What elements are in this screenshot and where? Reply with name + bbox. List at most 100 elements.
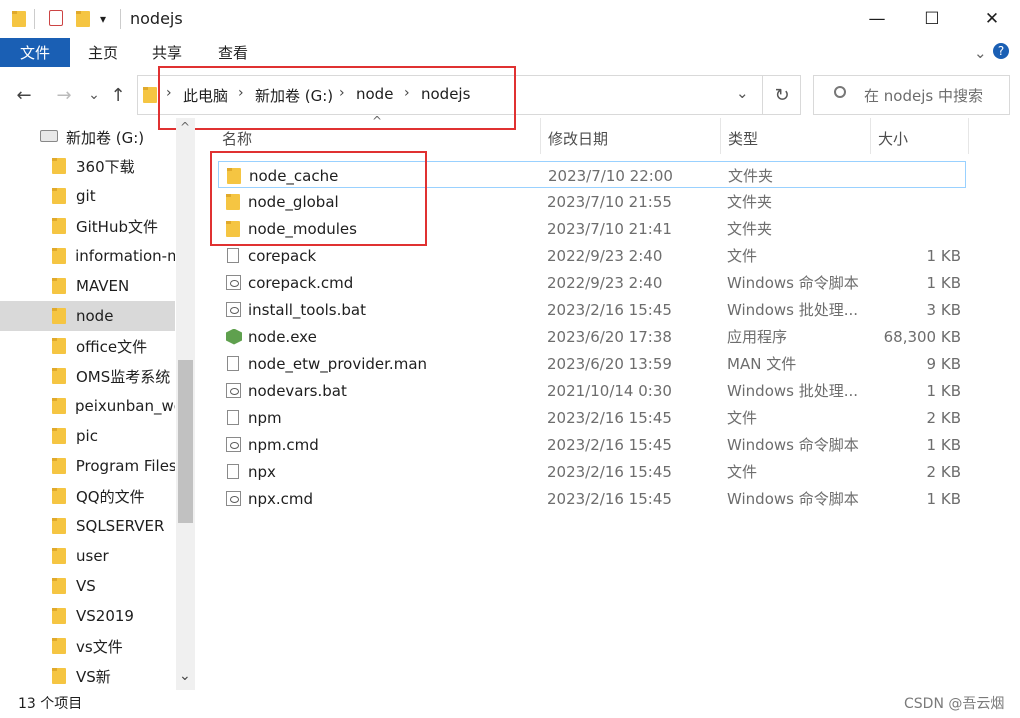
file-size: 1 KB [926,273,961,292]
expand-ribbon-icon[interactable]: ⌄ [974,44,987,62]
table-row[interactable]: install_tools.bat 2023/2/16 15:45 Window… [218,296,966,323]
column-divider[interactable] [870,118,871,154]
help-icon[interactable]: ? [993,43,1009,59]
file-icon [227,404,239,431]
folder-icon [52,218,66,234]
back-button[interactable]: ← [10,81,38,109]
script-file-icon [226,296,241,323]
tab-home[interactable]: 主页 [88,38,118,67]
sidebar-item-user[interactable]: user [0,541,175,571]
scroll-down-icon[interactable]: ⌄ [179,668,191,684]
file-type: Windows 命令脚本 [727,274,859,292]
table-row[interactable]: npx 2023/2/16 15:45 文件 2 KB [218,458,966,485]
status-item-count: 13 个项目 [18,696,83,712]
table-row[interactable]: node.exe 2023/6/20 17:38 应用程序 68,300 KB [218,323,966,350]
table-row[interactable]: corepack 2022/9/23 2:40 文件 1 KB [218,242,966,269]
sidebar-item-label: GitHub文件 [76,217,158,236]
column-divider[interactable] [540,118,541,154]
sidebar-item-qq[interactable]: QQ的文件 [0,481,175,511]
file-name: corepack [248,246,317,265]
scroll-up-icon[interactable]: ^ [180,120,190,134]
sidebar-item-oms[interactable]: OMS监考系统 [0,361,175,391]
sidebar-item-information[interactable]: information-m [0,241,175,271]
folder-icon [52,338,66,354]
sidebar-item-label: Program Files [75,457,175,475]
sidebar-item-label: user [76,547,109,565]
sidebar-item-label: SQLSERVER [76,517,165,535]
column-header-name[interactable]: 名称 [222,125,252,151]
column-divider[interactable] [720,118,721,154]
file-date: 2023/7/10 22:00 [548,166,673,185]
sidebar-item-sqlserver[interactable]: SQLSERVER [0,511,175,541]
sidebar-item-peixunban[interactable]: peixunban_we [0,391,175,421]
folder-icon [52,278,66,294]
up-button[interactable]: ↑ [104,81,132,109]
sidebar-drive-label[interactable]: 新加卷 (G:) [66,127,144,148]
sidebar-item-vs2019[interactable]: VS2019 [0,601,175,631]
sidebar-item-label: VS2019 [76,607,134,625]
tab-share[interactable]: 共享 [152,38,182,67]
sidebar-scrollbar-thumb[interactable] [178,360,193,523]
table-row[interactable]: node_etw_provider.man 2023/6/20 13:59 MA… [218,350,966,377]
file-date: 2023/7/10 21:41 [547,219,672,238]
sidebar-item-label: pic [76,427,98,445]
file-date: 2023/2/16 15:45 [547,408,672,427]
column-divider[interactable] [968,118,969,154]
maximize-button[interactable]: ☐ [905,0,959,38]
sidebar-item-git[interactable]: git [0,181,175,211]
title-bar: ▾ nodejs — ☐ ✕ [0,0,1020,38]
table-row[interactable]: nodevars.bat 2021/10/14 0:30 Windows 批处理… [218,377,966,404]
file-type: 文件夹 [727,220,773,238]
tab-view[interactable]: 查看 [218,38,248,67]
file-type: 应用程序 [727,328,788,346]
file-name: corepack.cmd [248,273,354,292]
sidebar-item-office[interactable]: office文件 [0,331,175,361]
highlight-box-folders [210,151,427,246]
close-button[interactable]: ✕ [965,0,1019,38]
address-dropdown-icon[interactable]: ⌄ [736,84,749,102]
sidebar-item-label: MAVEN [76,277,130,295]
file-date: 2023/6/20 17:38 [547,327,672,346]
file-date: 2023/7/10 21:55 [547,192,672,211]
window-title: nodejs [130,9,183,28]
quick-access-dropdown-icon[interactable]: ▾ [100,12,106,26]
folder-icon [143,87,157,103]
search-icon [834,86,846,98]
column-header-date[interactable]: 修改日期 [548,125,608,151]
file-type: Windows 批处理... [727,382,859,400]
sidebar-item-vs-files[interactable]: vs文件 [0,631,175,661]
file-size: 1 KB [926,381,961,400]
table-row[interactable]: npm 2023/2/16 15:45 文件 2 KB [218,404,966,431]
sidebar-item-label: node [76,307,114,325]
file-name: nodevars.bat [248,381,347,400]
table-row[interactable]: corepack.cmd 2022/9/23 2:40 Windows 命令脚本… [218,269,966,296]
sidebar-item-pic[interactable]: pic [0,421,175,451]
search-placeholder: 在 nodejs 中搜索 [864,87,983,105]
sidebar-item-vs[interactable]: VS [0,571,175,601]
tab-file[interactable]: 文件 [0,38,70,67]
sidebar-item-github[interactable]: GitHub文件 [0,211,175,241]
new-folder-icon[interactable] [76,11,90,27]
sidebar-item-label: OMS监考系统 [76,367,171,386]
sidebar-item-360[interactable]: 360下载 [0,151,175,181]
sidebar-item-program-files[interactable]: Program Files [0,451,175,481]
table-row[interactable]: npm.cmd 2023/2/16 15:45 Windows 命令脚本 1 K… [218,431,966,458]
folder-icon [52,398,66,414]
refresh-button[interactable]: ↻ [762,75,801,115]
forward-button[interactable]: → [50,81,78,109]
column-header-type[interactable]: 类型 [728,125,758,151]
properties-icon[interactable] [49,10,63,26]
sidebar-item-label: vs文件 [76,637,123,656]
table-row[interactable]: npx.cmd 2023/2/16 15:45 Windows 命令脚本 1 K… [218,485,966,512]
file-date: 2021/10/14 0:30 [547,381,672,400]
file-date: 2023/6/20 13:59 [547,354,672,373]
file-size: 2 KB [926,462,961,481]
sidebar-item-maven[interactable]: MAVEN [0,271,175,301]
sidebar-item-node[interactable]: node [0,301,175,331]
sidebar-item-vs-new[interactable]: VS新 [0,661,175,691]
column-header-size[interactable]: 大小 [878,125,908,151]
minimize-button[interactable]: — [850,0,904,38]
sort-ascending-icon: ^ [372,114,383,128]
folder-icon [52,518,66,534]
folder-icon [52,638,66,654]
